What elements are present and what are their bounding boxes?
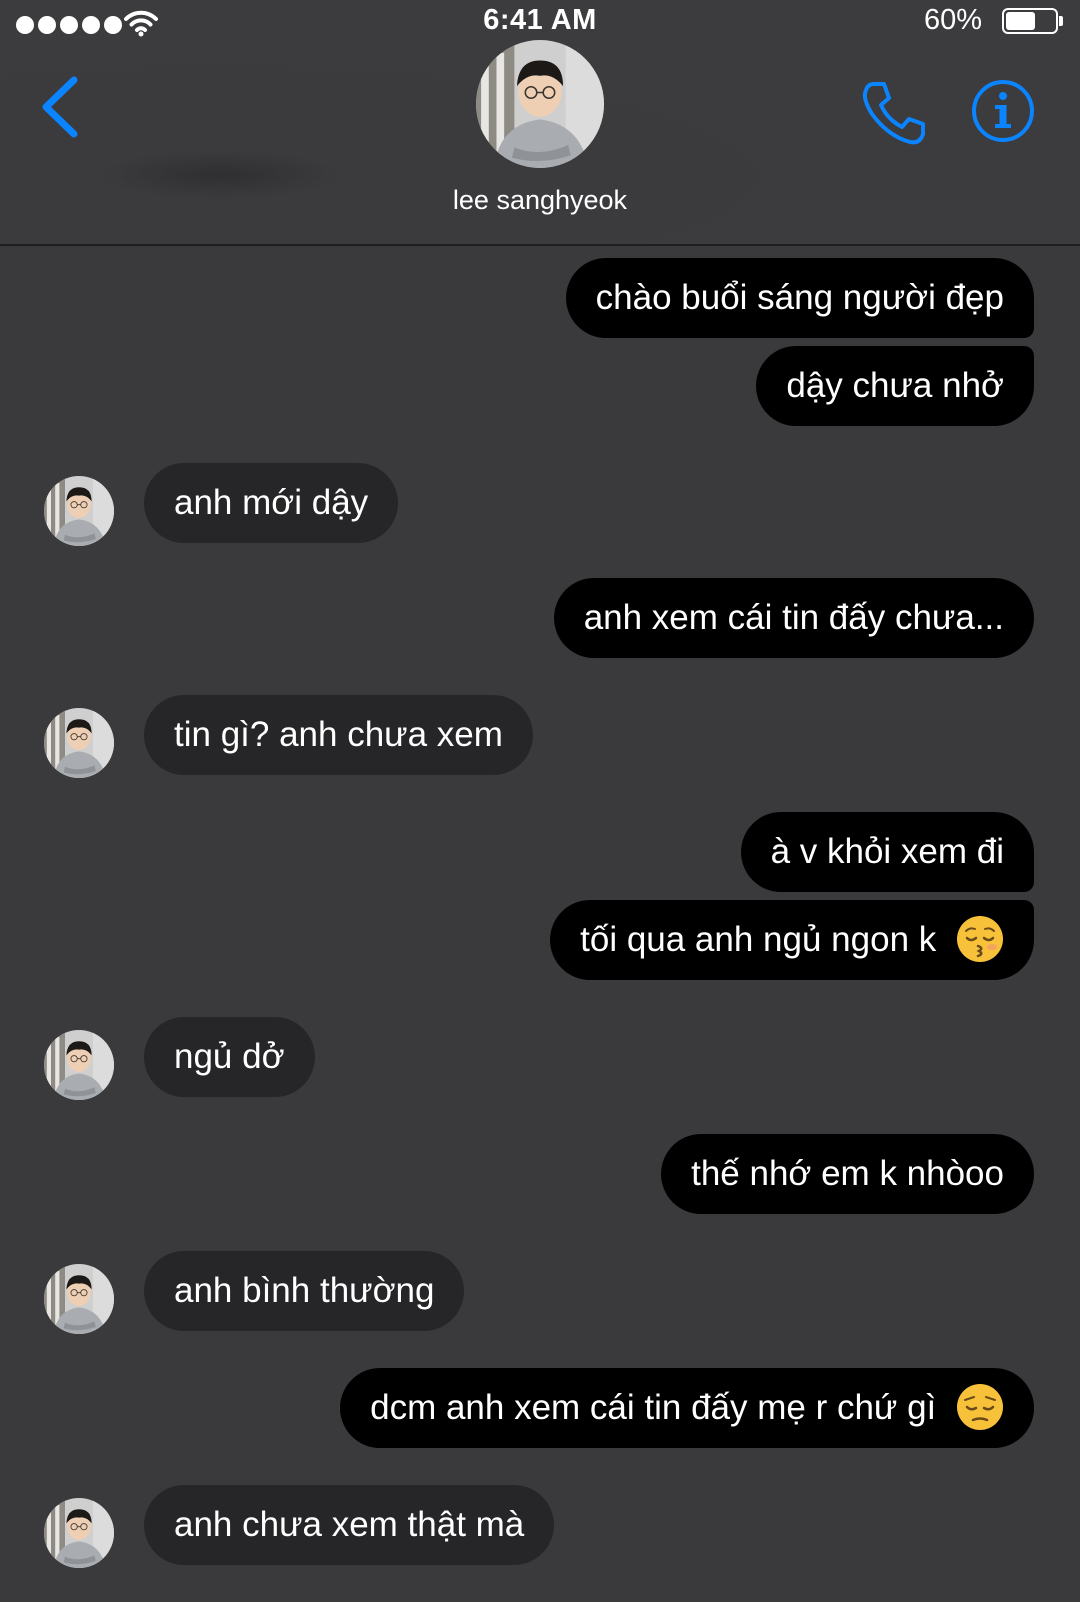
received-message[interactable]: anh chưa xem thật mà (144, 1485, 555, 1565)
sent-message[interactable]: thế nhớ em k nhòoo (661, 1134, 1034, 1214)
contact-message-avatar (44, 708, 114, 778)
message-text: anh chưa xem thật mà (174, 1505, 525, 1544)
message-text: dậy chưa nhở (786, 366, 1004, 405)
battery-percentage: 60% (923, 4, 982, 36)
contact-message-avatar (44, 1030, 114, 1100)
message-text: tối qua anh ngủ ngon k (580, 920, 937, 959)
message-text: tin gì? anh chưa xem (174, 715, 503, 754)
conversation-header: 6:41 AM 60% lee sanghyeok (0, 0, 1080, 246)
sent-message[interactable]: dcm anh xem cái tin đấy mẹ r chứ gì (340, 1368, 1034, 1448)
info-icon[interactable] (970, 78, 1036, 144)
message-text: anh xem cái tin đấy chưa... (583, 598, 1004, 637)
message-text: anh mới dậy (174, 483, 369, 522)
message-list[interactable]: chào buổi sáng người đẹp dậy chưa nhở an… (0, 246, 1080, 1602)
message-text: thế nhớ em k nhòoo (691, 1154, 1004, 1193)
sent-message[interactable]: dậy chưa nhở (756, 346, 1034, 426)
received-message[interactable]: anh mới dậy (144, 463, 399, 543)
received-message[interactable]: ngủ dở (144, 1017, 315, 1097)
contact-message-avatar (44, 1498, 114, 1568)
sent-message[interactable]: à v khỏi xem đi (740, 812, 1034, 892)
sent-message[interactable]: chào buổi sáng người đẹp (565, 258, 1034, 338)
contact-message-avatar (44, 1264, 114, 1334)
status-bar: 6:41 AM 60% (0, 0, 1080, 44)
message-text: chào buổi sáng người đẹp (595, 278, 1004, 317)
received-message[interactable]: tin gì? anh chưa xem (144, 695, 533, 775)
contact-message-avatar (44, 476, 114, 546)
phone-icon[interactable] (858, 78, 930, 150)
contact-name[interactable]: lee sanghyeok (0, 185, 1080, 216)
received-message[interactable]: anh bình thường (144, 1251, 465, 1331)
status-time: 6:41 AM (483, 4, 597, 36)
battery-icon (1002, 8, 1063, 34)
message-text: à v khỏi xem đi (770, 832, 1004, 871)
chevron-left-icon[interactable] (34, 74, 90, 140)
message-text: anh bình thường (174, 1271, 435, 1310)
contact-avatar[interactable] (476, 40, 604, 168)
sent-message[interactable]: tối qua anh ngủ ngon k (550, 900, 1034, 980)
kissing-face-icon (957, 915, 1003, 962)
message-text: ngủ dở (174, 1037, 285, 1076)
message-text: dcm anh xem cái tin đấy mẹ r chứ gì (370, 1388, 937, 1427)
sent-message[interactable]: anh xem cái tin đấy chưa... (553, 578, 1034, 658)
pensive-face-icon (957, 1383, 1003, 1430)
